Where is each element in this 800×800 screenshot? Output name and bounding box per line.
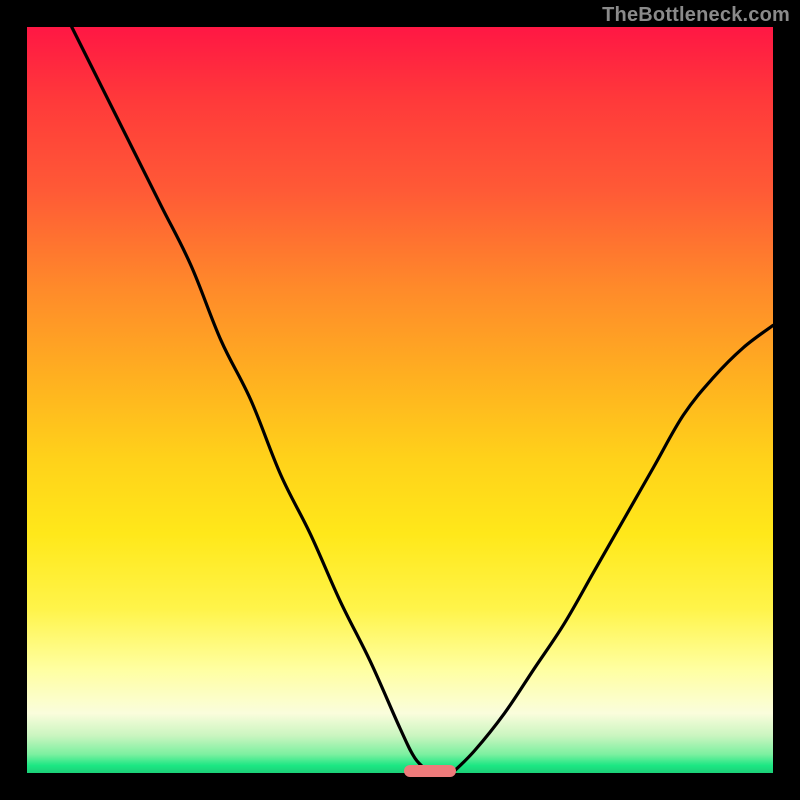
watermark-text: TheBottleneck.com xyxy=(602,4,790,27)
curve-left-branch xyxy=(72,27,430,773)
curve-right-branch xyxy=(452,325,773,773)
minimum-marker xyxy=(404,765,456,778)
chart-frame: TheBottleneck.com xyxy=(0,0,800,800)
plot-area xyxy=(27,27,773,773)
bottleneck-curve xyxy=(27,27,773,773)
